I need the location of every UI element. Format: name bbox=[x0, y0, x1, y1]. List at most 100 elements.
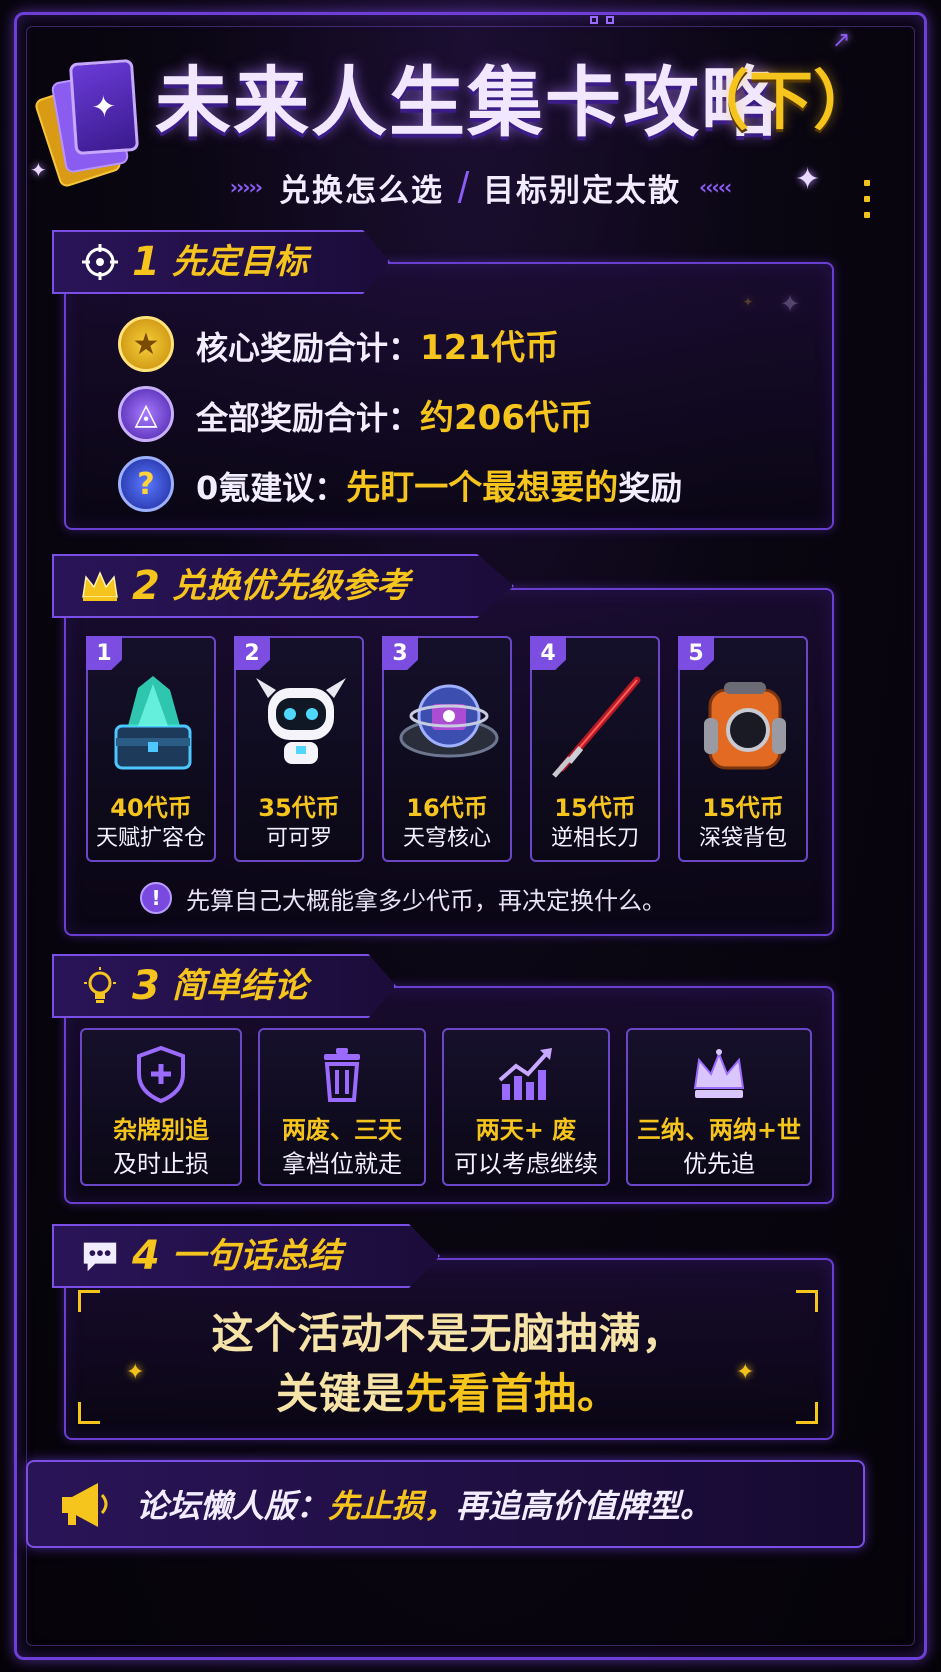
conclusion-card: 两废、三天 拿档位就走 bbox=[258, 1028, 426, 1186]
guide-poster: ✦ ✦ ✦ ✦ ↗ ✦ 未来人生集卡攻略 （下） ››››› 兑换怎么选 目标别… bbox=[0, 0, 941, 1672]
goal-tail: 奖励 bbox=[618, 468, 683, 507]
section-summary-tab: 4 一句话总结 bbox=[52, 1224, 440, 1288]
reward-price: 16代币 bbox=[406, 794, 488, 822]
sparkle-icon: ✦ bbox=[126, 1360, 145, 1385]
conclusion-line2: 及时止损 bbox=[113, 1150, 209, 1178]
subtitle-left: 兑换怎么选 bbox=[279, 172, 444, 209]
summary-quote: 这个活动不是无脑抽满， 关键是先看首抽。 bbox=[78, 1290, 818, 1424]
reward-card[interactable]: 4 15代币 逆相长刀 bbox=[530, 636, 660, 862]
chat-bubble-icon bbox=[80, 1236, 120, 1276]
section-number: 4 bbox=[132, 1233, 160, 1279]
priority-tip: ! 先算自己大概能拿多少代币，再决定换什么。 bbox=[140, 878, 666, 918]
conclusion-card: 三纳、两纳+世 优先追 bbox=[626, 1028, 812, 1186]
goal-label: 核心奖励合计： bbox=[196, 328, 421, 367]
conclusion-line2: 可以考虑继续 bbox=[454, 1150, 598, 1178]
footer-highlight: 先止损， bbox=[328, 1487, 457, 1525]
section-title: 一句话总结 bbox=[171, 1236, 342, 1276]
section-number: 3 bbox=[132, 963, 160, 1009]
subtitle-row: ››››› 兑换怎么选 目标别定太散 ‹‹‹‹‹ bbox=[130, 165, 830, 209]
crown-icon bbox=[80, 566, 120, 606]
crystal-chest-icon bbox=[114, 676, 192, 770]
reward-price: 35代币 bbox=[258, 794, 340, 822]
conclusion-line2: 优先追 bbox=[683, 1150, 755, 1178]
deco-dot bbox=[864, 212, 870, 218]
subtitle-right: 目标别定太散 bbox=[483, 172, 681, 209]
conclusion-line1: 两废、三天 bbox=[282, 1116, 402, 1144]
deco-dot bbox=[864, 180, 870, 186]
trend-up-icon bbox=[498, 1048, 552, 1100]
reward-card[interactable]: 2 35代币 可可罗 bbox=[234, 636, 364, 862]
section-goal-tab: 1 先定目标 bbox=[52, 230, 390, 294]
page-title: 未来人生集卡攻略 bbox=[155, 58, 779, 147]
robot-icon bbox=[256, 678, 346, 764]
reward-card[interactable]: 5 15代币 深袋背包 bbox=[678, 636, 808, 862]
goal-value: 约206代币 bbox=[420, 397, 593, 438]
footer-suffix: 再追高价值牌型。 bbox=[456, 1487, 713, 1525]
reward-name: 天赋扩容仓 bbox=[95, 826, 206, 851]
reward-name: 天穹核心 bbox=[402, 826, 491, 851]
shield-plus-icon bbox=[137, 1045, 185, 1104]
quote-line2-lead: 关键是 bbox=[275, 1369, 405, 1418]
section-number: 1 bbox=[132, 239, 160, 285]
rank-badge: 1 bbox=[86, 636, 122, 670]
section-title: 简单结论 bbox=[171, 966, 308, 1006]
star-coin-icon: ★ bbox=[118, 316, 174, 372]
conclusion-line1: 杂牌别追 bbox=[113, 1116, 209, 1144]
conclusion-line2: 拿档位就走 bbox=[282, 1150, 402, 1178]
reward-card[interactable]: 1 40代币 天赋扩容仓 bbox=[86, 636, 216, 862]
reward-price: 40代币 bbox=[110, 794, 192, 822]
section-title: 先定目标 bbox=[171, 242, 308, 282]
reward-name: 可可罗 bbox=[265, 826, 332, 851]
deco-square bbox=[590, 16, 598, 24]
reward-card[interactable]: 3 16代币 天穹核心 bbox=[382, 636, 512, 862]
sparkle-icon: ✦ bbox=[736, 1360, 755, 1385]
conclusion-card: 两天+ 废 可以考虑继续 bbox=[442, 1028, 610, 1186]
blade-icon bbox=[552, 676, 641, 778]
reward-name: 深袋背包 bbox=[698, 826, 787, 851]
subtitle-divider bbox=[457, 171, 470, 203]
footer-banner: 论坛懒人版：先止损，再追高价值牌型。 bbox=[26, 1460, 865, 1548]
reward-price: 15代币 bbox=[702, 794, 784, 822]
footer-prefix: 论坛懒人版： bbox=[136, 1487, 329, 1525]
chevron-right-icon: ››››› bbox=[229, 175, 263, 199]
backpack-icon bbox=[704, 682, 786, 770]
quote-line2-highlight: 先看首抽。 bbox=[405, 1369, 621, 1418]
deco-square bbox=[606, 16, 614, 24]
conclusion-line1: 两天+ 废 bbox=[475, 1116, 577, 1144]
chevron-left-icon: ‹‹‹‹‹ bbox=[699, 175, 732, 199]
rank-badge: 5 bbox=[678, 636, 714, 670]
reward-price: 15代币 bbox=[554, 794, 636, 822]
trash-icon bbox=[324, 1048, 360, 1102]
section-priority-tab: 2 兑换优先级参考 bbox=[52, 554, 514, 618]
goal-row-total: ◬ 全部奖励合计：约206代币 bbox=[118, 384, 593, 444]
rank-badge: 4 bbox=[530, 636, 566, 670]
goal-row-core: ★ 核心奖励合计：121代币 bbox=[118, 314, 559, 374]
tip-text: 先算自己大概能拿多少代币，再决定换什么。 bbox=[186, 886, 666, 915]
goal-label: 0氪建议： bbox=[196, 468, 347, 507]
reward-name: 逆相长刀 bbox=[550, 826, 639, 851]
goal-label: 全部奖励合计： bbox=[196, 398, 421, 437]
exclamation-icon: ! bbox=[140, 882, 172, 914]
section-conclusion-tab: 3 简单结论 bbox=[52, 954, 396, 1018]
crown-icon bbox=[693, 1049, 745, 1098]
conclusion-card: 杂牌别追 及时止损 bbox=[80, 1028, 242, 1186]
deco-dot bbox=[864, 196, 870, 202]
page-title-suffix: （下） bbox=[685, 65, 877, 139]
section-number: 2 bbox=[132, 563, 160, 609]
megaphone-icon bbox=[62, 1483, 108, 1527]
goal-row-f2p: ? 0氪建议：先盯一个最想要的奖励 bbox=[118, 454, 682, 514]
ring-coin-icon: ◬ bbox=[118, 386, 174, 442]
goal-value: 先盯一个最想要的 bbox=[346, 467, 619, 508]
rank-badge: 3 bbox=[382, 636, 418, 670]
arrow-corner-icon: ↗ bbox=[832, 28, 851, 53]
section-title: 兑换优先级参考 bbox=[171, 566, 410, 606]
quote-line1: 这个活动不是无脑抽满， bbox=[211, 1309, 685, 1358]
lightbulb-icon bbox=[80, 966, 120, 1006]
goal-value: 121代币 bbox=[420, 327, 559, 368]
question-icon: ? bbox=[118, 456, 174, 512]
core-orb-icon bbox=[399, 684, 499, 758]
quote-line2: 关键是先看首抽。 bbox=[78, 1360, 818, 1421]
target-icon bbox=[80, 242, 120, 282]
rank-badge: 2 bbox=[234, 636, 270, 670]
conclusion-line1: 三纳、两纳+世 bbox=[636, 1116, 802, 1144]
